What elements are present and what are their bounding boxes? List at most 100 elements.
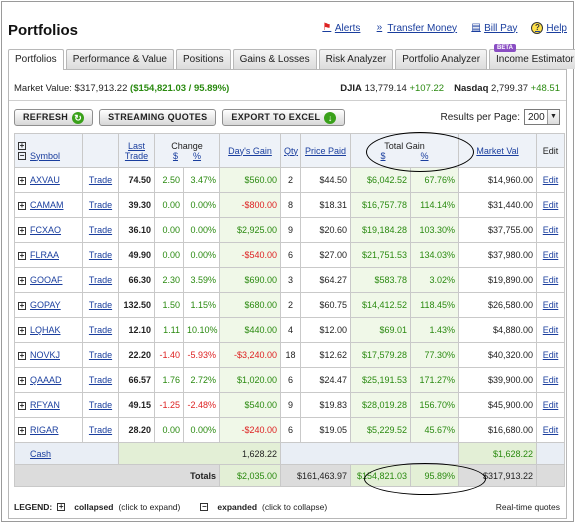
streaming-quotes-button[interactable]: STREAMING QUOTES	[99, 109, 217, 126]
trade-link[interactable]: Trade	[89, 350, 112, 360]
expand-icon[interactable]: +	[18, 376, 26, 385]
trade-link[interactable]: Trade	[89, 300, 112, 310]
tab-portfolios[interactable]: Portfolios	[8, 49, 64, 70]
qty: 18	[280, 342, 301, 368]
change-dollar: -1.25	[154, 392, 184, 418]
tab-performance-value[interactable]: Performance & Value	[65, 49, 174, 69]
edit-link[interactable]: Edit	[543, 275, 559, 285]
export-excel-button[interactable]: EXPORT TO EXCEL ↓	[222, 109, 346, 126]
edit-link[interactable]: Edit	[543, 325, 559, 335]
refresh-button[interactable]: REFRESH ↻	[14, 109, 94, 126]
header-total-gain: Total Gain $ %	[349, 133, 460, 168]
symbol-link[interactable]: AXVAU	[30, 175, 60, 185]
bill-pay-link[interactable]: ▤ Bill Pay	[471, 23, 517, 34]
header-qty: Qty	[280, 133, 301, 168]
expand-icon[interactable]: +	[18, 326, 26, 335]
header-edit: Edit	[536, 133, 566, 168]
expand-icon[interactable]: +	[18, 301, 26, 310]
expand-icon[interactable]: +	[18, 276, 26, 285]
qty: 9	[280, 217, 301, 243]
table-row: + AXVAU Trade 74.50 2.50 3.47% $560.00 2 $44.50 $…	[14, 167, 566, 193]
expand-icon[interactable]: +	[18, 226, 26, 235]
price-paid: $12.62	[300, 342, 351, 368]
tab-positions[interactable]: Positions	[176, 49, 231, 69]
tab-gains-losses[interactable]: Gains & Losses	[232, 49, 317, 69]
tab-risk-analyzer[interactable]: Risk Analyzer	[318, 49, 394, 69]
change-pct: 0.00%	[183, 417, 220, 443]
symbol-link[interactable]: RIGAR	[30, 425, 59, 435]
change-pct: 3.59%	[183, 267, 220, 293]
table-row: + LQHAK Trade 12.10 1.11 10.10% $440.00 4 $12.00…	[14, 317, 566, 343]
edit-link[interactable]: Edit	[543, 375, 559, 385]
trade-link[interactable]: Trade	[89, 175, 112, 185]
qty: 4	[280, 317, 301, 343]
change-pct: 0.00%	[183, 217, 220, 243]
last-trade: 74.50	[118, 167, 155, 193]
edit-link[interactable]: Edit	[543, 425, 559, 435]
trade-link[interactable]: Trade	[89, 200, 112, 210]
header-market-val: Market Val	[458, 133, 538, 168]
market-val: $39,900.00	[458, 367, 538, 393]
chevron-down-icon: ▼	[547, 110, 559, 124]
expand-icon[interactable]: +	[18, 176, 26, 185]
edit-link[interactable]: Edit	[543, 300, 559, 310]
totals-total-gain-pct: 95.89%	[409, 464, 460, 487]
change-dollar: 0.00	[154, 192, 184, 218]
transfer-money-link[interactable]: » Transfer Money	[374, 23, 457, 34]
expand-icon[interactable]: +	[18, 351, 26, 360]
total-gain: $19,184.28	[350, 217, 411, 243]
tab-portfolio-analyzer[interactable]: Portfolio Analyzer	[395, 49, 488, 69]
symbol-link[interactable]: GOPAY	[30, 300, 61, 310]
total-gain-summary: ($154,821.03 / 95.89%)	[130, 83, 230, 94]
collapse-icon[interactable]: −	[18, 152, 26, 161]
header-symbol: + − Symbol	[14, 133, 83, 168]
trade-link[interactable]: Trade	[89, 325, 112, 335]
symbol-link[interactable]: QAAAD	[30, 375, 62, 385]
days-gain: -$3,240.00	[219, 342, 281, 368]
transfer-icon: »	[376, 22, 383, 33]
edit-link[interactable]: Edit	[543, 350, 559, 360]
expand-icon[interactable]: +	[18, 251, 26, 260]
total-gain: $6,042.52	[350, 167, 411, 193]
trade-link[interactable]: Trade	[89, 225, 112, 235]
market-val: $4,880.00	[458, 317, 538, 343]
cash-row: Cash 1,628.22 $1,628.22	[14, 442, 566, 465]
trade-link[interactable]: Trade	[89, 275, 112, 285]
edit-link[interactable]: Edit	[543, 400, 559, 410]
symbol-link[interactable]: GOOAF	[30, 275, 63, 285]
results-per-page-select[interactable]: 200 ▼	[524, 109, 560, 125]
trade-link[interactable]: Trade	[89, 250, 112, 260]
expand-icon[interactable]: +	[18, 401, 26, 410]
change-pct: 10.10%	[183, 317, 220, 343]
price-paid: $27.00	[300, 242, 351, 268]
refresh-icon: ↻	[72, 111, 85, 124]
trade-link[interactable]: Trade	[89, 425, 112, 435]
symbol-link[interactable]: NOVKJ	[30, 350, 60, 360]
header-price-paid: Price Paid	[300, 133, 351, 168]
edit-link[interactable]: Edit	[543, 225, 559, 235]
symbol-link[interactable]: RFYAN	[30, 400, 60, 410]
qty: 2	[280, 167, 301, 193]
alerts-link[interactable]: ⚑ Alerts	[322, 23, 360, 34]
edit-link[interactable]: Edit	[543, 250, 559, 260]
symbol-link[interactable]: CAMAM	[30, 200, 64, 210]
trade-link[interactable]: Trade	[89, 375, 112, 385]
table-row: + RIGAR Trade 28.20 0.00 0.00% -$240.00 6 $19.05…	[14, 417, 566, 443]
expand-icon[interactable]: +	[18, 142, 26, 151]
help-link[interactable]: ? Help	[531, 22, 567, 34]
trade-link[interactable]: Trade	[89, 400, 112, 410]
cash-link[interactable]: Cash	[30, 449, 51, 459]
tab-income-estimator[interactable]: BETA Income Estimator	[489, 44, 575, 69]
total-gain: $583.78	[350, 267, 411, 293]
expand-icon[interactable]: +	[18, 201, 26, 210]
edit-link[interactable]: Edit	[543, 175, 559, 185]
symbol-link[interactable]: FCXAO	[30, 225, 61, 235]
collapse-icon: −	[200, 502, 209, 511]
expand-icon[interactable]: +	[18, 426, 26, 435]
symbol-link[interactable]: FLRAA	[30, 250, 59, 260]
edit-link[interactable]: Edit	[543, 200, 559, 210]
total-gain-pct: 77.30%	[409, 342, 460, 368]
symbol-link[interactable]: LQHAK	[30, 325, 61, 335]
qty: 9	[280, 392, 301, 418]
market-val: $45,900.00	[458, 392, 538, 418]
